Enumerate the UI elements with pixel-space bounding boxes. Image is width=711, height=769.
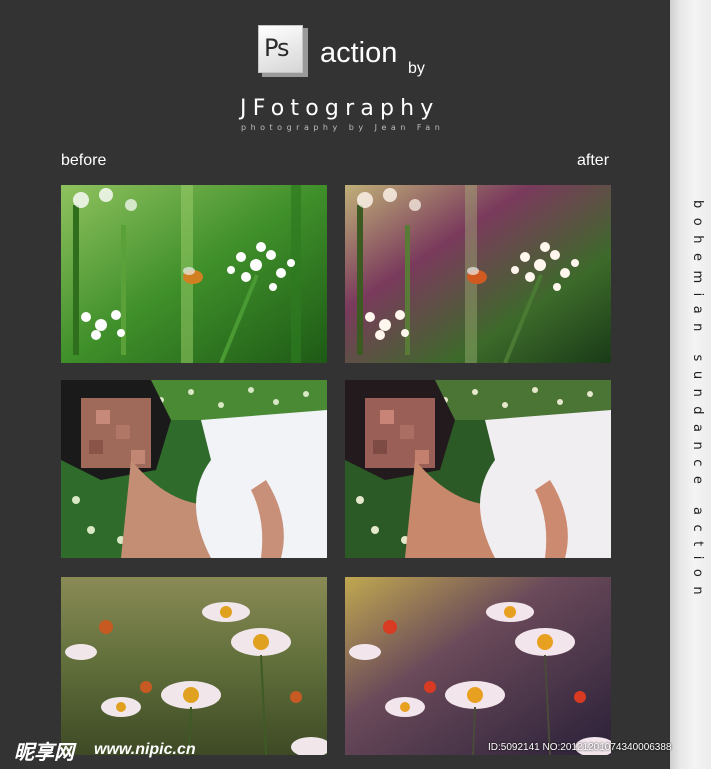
watermark-logo: 昵享网 <box>14 742 74 764</box>
photo-flower-bee-before <box>61 185 327 363</box>
photo-daisies-before <box>61 577 327 755</box>
photo-daisies-after <box>345 577 611 755</box>
photo-girl-after <box>345 380 611 558</box>
title-by: by <box>408 60 425 77</box>
watermark-url[interactable]: www.nipic.cn <box>94 741 196 759</box>
page-title: action <box>320 37 398 69</box>
photo-flower-bee-after <box>345 185 611 363</box>
before-label: before <box>61 152 107 169</box>
brand-name: JFotography <box>240 96 440 121</box>
watermark-id: ID:5092141 NO:20121201074340006388 <box>488 742 672 753</box>
photo-girl-before <box>61 380 327 558</box>
ps-logo-text: Ps <box>258 25 303 73</box>
brand-subtitle: photography by Jean Fan <box>241 123 445 132</box>
after-label: after <box>577 152 610 169</box>
sidebar-vertical-text: bohemian sundance action <box>690 200 705 605</box>
photoshop-logo-icon: Ps <box>258 25 308 77</box>
